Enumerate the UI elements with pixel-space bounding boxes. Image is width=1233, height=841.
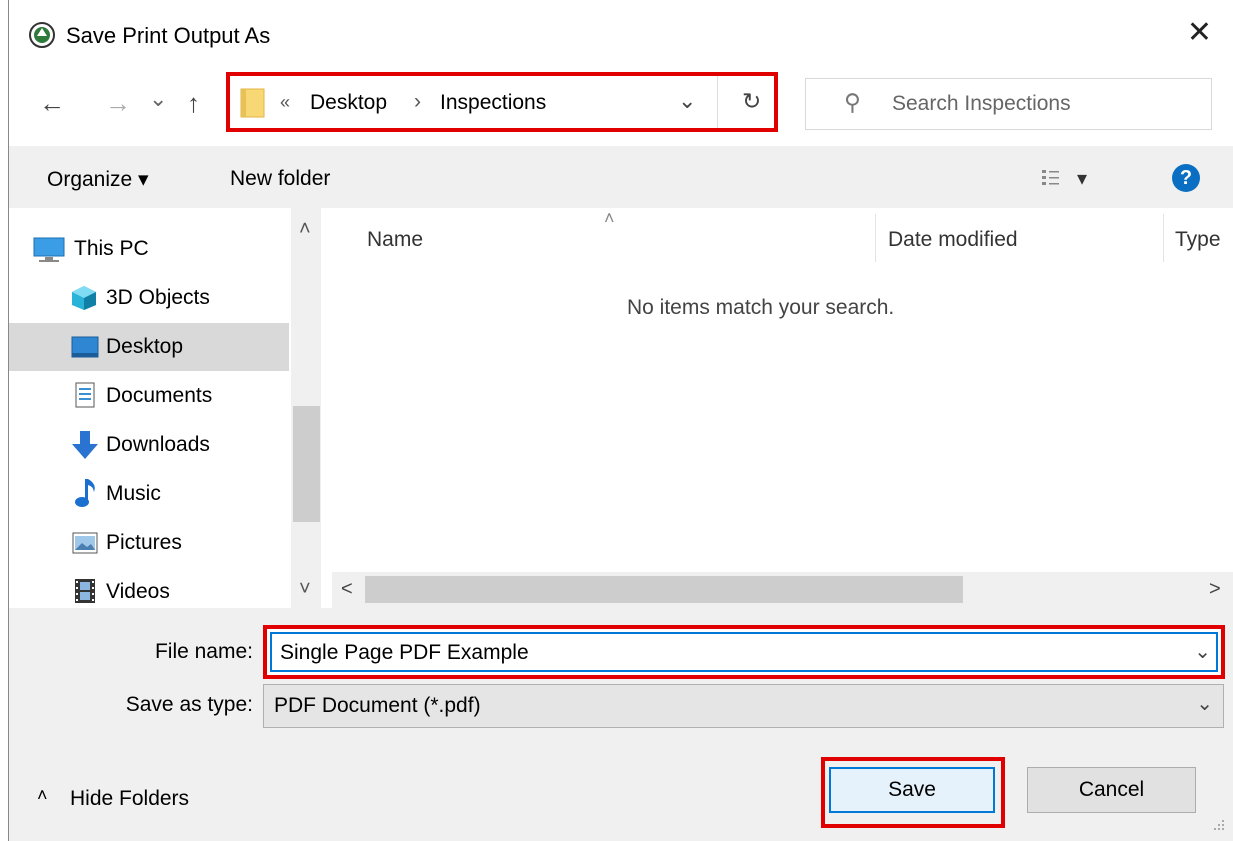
save-type-value: PDF Document (*.pdf) — [274, 694, 481, 717]
resize-grip-icon[interactable] — [1212, 818, 1226, 832]
breadcrumb-overflow-icon[interactable]: « — [280, 92, 290, 113]
sidebar-item-label: Desktop — [106, 335, 184, 358]
column-header-name[interactable]: Name — [367, 228, 423, 252]
sidebar-item-label: Documents — [106, 384, 213, 407]
sidebar-item-label: 3D Objects — [106, 286, 210, 309]
divider — [717, 76, 718, 128]
scroll-left-icon[interactable]: < — [341, 578, 353, 601]
recent-locations-chevron-icon[interactable]: ⌄ — [149, 86, 167, 112]
organize-button[interactable]: Organize ▾ — [47, 167, 149, 192]
breadcrumb-item-desktop[interactable]: Desktop — [310, 91, 387, 115]
search-icon: ⚲ — [844, 89, 861, 115]
column-divider — [875, 214, 876, 262]
navigation-pane: This PC 3D Objects Desktop Documents Dow… — [9, 208, 332, 608]
column-header-type[interactable]: Type — [1175, 228, 1221, 252]
sort-ascending-icon: ˄ — [604, 208, 615, 228]
horizontal-scrollbar-thumb[interactable] — [365, 576, 963, 603]
view-dropdown-icon[interactable]: ▾ — [1077, 166, 1087, 191]
cube-icon — [72, 286, 96, 310]
sidebar-item-desktop[interactable]: Desktop — [9, 323, 289, 371]
sidebar-item-3d-objects[interactable]: 3D Objects — [9, 274, 289, 322]
hide-folders-chevron-icon[interactable]: ˄ — [37, 785, 48, 806]
sidebar-item-this-pc[interactable]: This PC — [9, 225, 289, 273]
forward-arrow-icon[interactable]: → — [105, 88, 131, 119]
search-placeholder: Search Inspections — [892, 92, 1071, 115]
sidebar-item-pictures[interactable]: Pictures — [9, 519, 289, 567]
back-arrow-icon[interactable]: ← — [39, 88, 65, 119]
sidebar-item-documents[interactable]: Documents — [9, 372, 289, 420]
sidebar-item-music[interactable]: Music — [9, 470, 289, 518]
refresh-icon[interactable]: ↻ — [742, 88, 761, 115]
breadcrumb-separator: › — [414, 90, 421, 113]
sidebar-item-label: This PC — [74, 237, 149, 260]
music-note-icon — [75, 479, 95, 507]
breadcrumb: « Desktop › Inspections ⌄ ↻ — [230, 76, 774, 128]
sidebar-item-label: Pictures — [106, 531, 182, 554]
film-icon — [75, 579, 95, 603]
breadcrumb-item-inspections[interactable]: Inspections — [440, 91, 546, 115]
filename-label: File name: — [154, 640, 253, 663]
sidebar-item-label: Music — [106, 482, 161, 505]
document-icon — [75, 382, 95, 408]
sidebar-item-label: Videos — [106, 580, 170, 603]
file-list — [332, 208, 1233, 608]
save-type-select[interactable]: PDF Document (*.pdf) ⌄ — [263, 684, 1224, 728]
window-title: Save Print Output As — [66, 23, 271, 48]
scroll-up-icon[interactable]: ˄ — [299, 218, 311, 241]
sidebar-item-videos[interactable]: Videos — [9, 568, 289, 616]
sidebar-item-label: Downloads — [106, 433, 210, 456]
column-divider — [1163, 214, 1164, 262]
filename-dropdown-icon[interactable]: ⌄ — [1194, 639, 1211, 664]
close-icon[interactable]: ✕ — [1187, 18, 1212, 48]
cancel-button[interactable]: Cancel — [1027, 767, 1196, 813]
new-folder-button[interactable]: New folder — [230, 167, 330, 191]
save-button[interactable]: Save — [829, 767, 995, 813]
empty-message: No items match your search. — [627, 296, 895, 319]
search-box[interactable]: ⚲ Search Inspections — [805, 78, 1212, 130]
save-type-label: Save as type: — [125, 693, 253, 716]
scroll-down-icon[interactable]: ˅ — [299, 578, 311, 601]
computer-icon — [33, 237, 65, 262]
hide-folders-button[interactable]: Hide Folders — [70, 787, 189, 811]
address-dropdown-icon[interactable]: ⌄ — [678, 88, 696, 114]
filename-field[interactable]: Single Page PDF Example ⌄ — [263, 625, 1225, 679]
folder-icon — [240, 88, 265, 118]
picture-icon — [72, 532, 98, 554]
column-header-date-modified[interactable]: Date modified — [888, 228, 1018, 252]
filename-input[interactable]: Single Page PDF Example — [280, 641, 529, 665]
up-arrow-icon[interactable]: ↑ — [187, 88, 200, 119]
sidebar-scrollbar-thumb[interactable] — [293, 406, 320, 522]
title-bar: Save Print Output As ✕ — [9, 0, 1233, 70]
view-options-icon[interactable] — [1041, 168, 1061, 188]
help-icon[interactable]: ? — [1172, 164, 1200, 192]
desktop-icon — [71, 336, 99, 358]
scroll-right-icon[interactable]: > — [1209, 578, 1221, 601]
app-logo-icon — [29, 22, 55, 48]
download-arrow-icon — [72, 431, 98, 459]
save-type-dropdown-icon[interactable]: ⌄ — [1196, 691, 1213, 716]
save-dialog: Save Print Output As ✕ ← → ⌄ ↑ « Desktop… — [8, 0, 1233, 841]
address-bar[interactable]: « Desktop › Inspections ⌄ ↻ — [226, 72, 778, 132]
sidebar-item-downloads[interactable]: Downloads — [9, 421, 289, 469]
